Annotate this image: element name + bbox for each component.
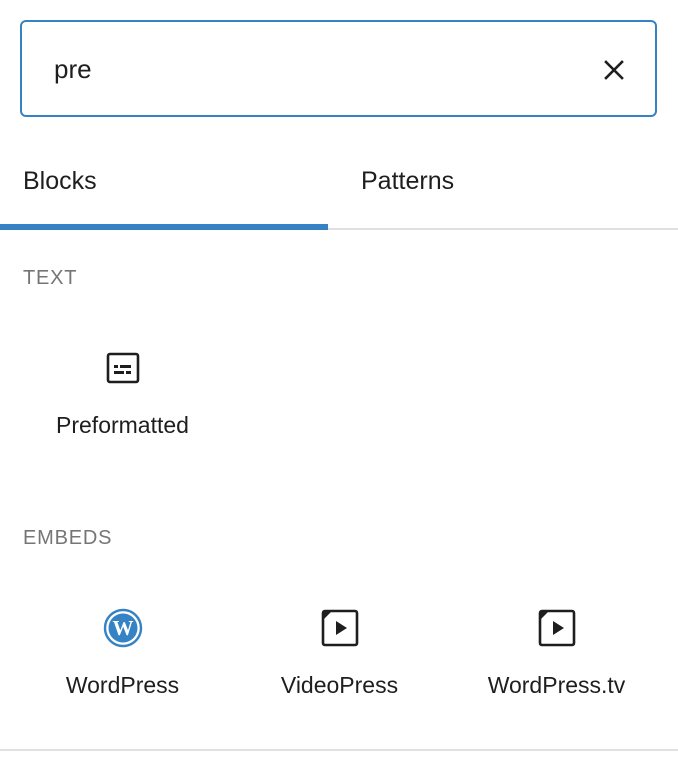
block-inserter-panel: Blocks Patterns TEXT Preformatted EMBEDS… <box>0 0 678 760</box>
close-icon <box>604 60 624 80</box>
video-embed-icon <box>449 608 664 648</box>
clear-search-button[interactable] <box>594 50 634 90</box>
block-label-wordpress-tv: WordPress.tv <box>487 672 626 698</box>
search-box <box>20 20 657 117</box>
tab-patterns-label: Patterns <box>361 167 455 195</box>
block-item-preformatted[interactable]: Preformatted <box>15 348 230 488</box>
wordpress-logo-icon: W <box>15 608 230 648</box>
section-heading-text: TEXT <box>23 267 78 289</box>
block-label-wordpress: WordPress <box>65 672 180 698</box>
section-heading-embeds: EMBEDS <box>23 527 113 549</box>
block-label-preformatted: Preformatted <box>56 412 189 438</box>
block-label-videopress: VideoPress <box>280 672 399 698</box>
preformatted-icon <box>15 348 230 388</box>
inserter-tabs: Blocks Patterns <box>0 150 678 230</box>
block-item-videopress[interactable]: VideoPress <box>232 608 447 748</box>
search-input[interactable] <box>54 46 574 92</box>
bottom-divider <box>0 749 678 751</box>
tab-patterns[interactable]: Patterns <box>328 150 678 230</box>
video-embed-icon <box>232 608 447 648</box>
block-item-wordpress[interactable]: W WordPress <box>15 608 230 748</box>
svg-text:W: W <box>112 616 133 640</box>
tab-blocks[interactable]: Blocks <box>0 150 328 230</box>
block-item-wordpress-tv[interactable]: WordPress.tv <box>449 608 664 748</box>
tab-blocks-label: Blocks <box>23 167 97 195</box>
